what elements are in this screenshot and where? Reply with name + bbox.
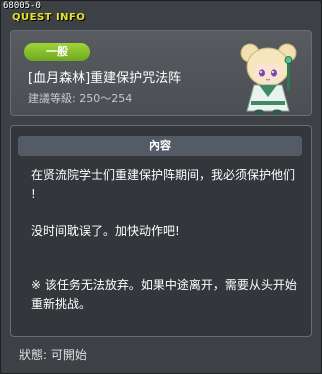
quest-info-window: 68005-0 QUEST INFO 一般 [血月森林]重建保护咒法阵 建議等級… (0, 0, 322, 374)
quest-description-line-2: ! (31, 187, 36, 201)
quest-description-paragraph-2: 没时间耽误了。加快动作吧! (31, 224, 180, 238)
quest-recommended-level: 建議等級: 250～254 (28, 92, 133, 105)
quest-note-line-2: 重新挑战。 (31, 297, 92, 311)
quest-content-panel: 內容 在贤流院学士们重建保护阵期间，我必须保护他们 ! 没时间耽误了。加快动作吧… (10, 125, 312, 337)
content-section-header: 內容 (18, 136, 302, 156)
quest-summary-panel: 一般 [血月森林]重建保护咒法阵 建議等級: 250～254 (10, 30, 312, 116)
quest-name: [血月森林]重建保护咒法阵 (28, 71, 182, 86)
window-title: QUEST INFO (12, 12, 86, 23)
quest-category-badge: 一般 (24, 43, 90, 61)
quest-note-line-1: ※ 该任务无法放弃。如果中途离开，需要从头开始 (31, 278, 297, 292)
quest-status: 狀態: 可開始 (19, 348, 87, 362)
title-bar[interactable]: QUEST INFO (2, 10, 320, 26)
quest-description-line-1: 在贤流院学士们重建保护阵期间，我必须保护他们 (31, 168, 296, 182)
npc-portrait-icon (240, 43, 297, 115)
